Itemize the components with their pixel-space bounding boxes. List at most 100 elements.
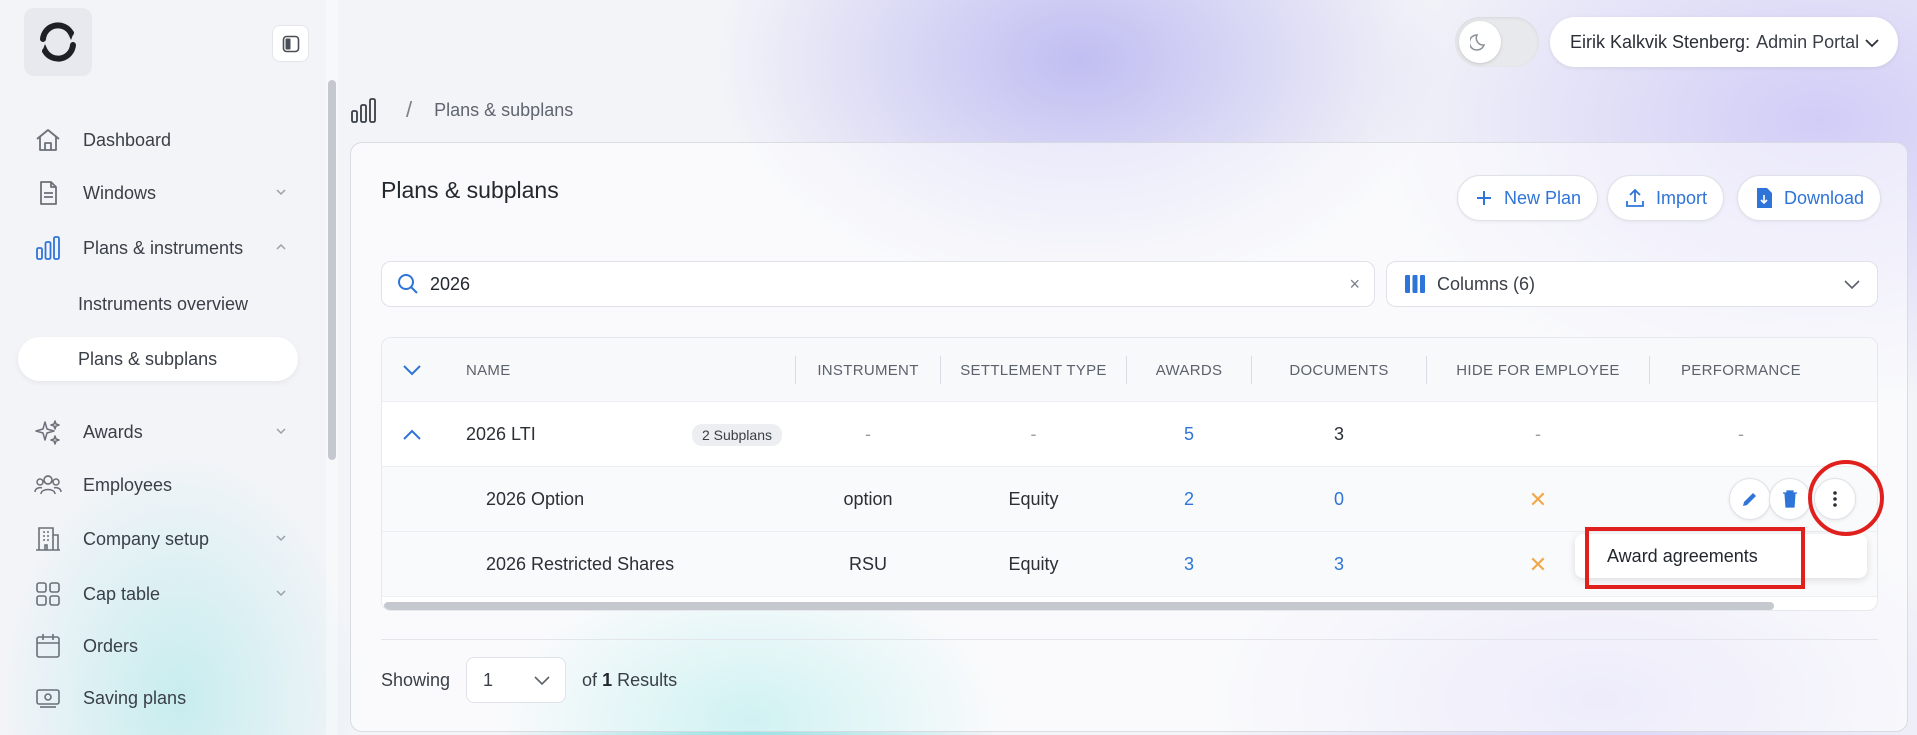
subplan-name[interactable]: 2026 Option: [486, 467, 766, 532]
sidebar-item-saving-plans[interactable]: Saving plans: [18, 676, 298, 720]
plus-icon: [1474, 188, 1494, 208]
grid-icon: [33, 579, 63, 609]
sidebar-toggle-icon: [282, 35, 299, 52]
header-instrument[interactable]: INSTRUMENT: [796, 338, 940, 402]
page-size-select[interactable]: 1: [466, 657, 567, 703]
documents-cell: 3: [1333, 424, 1344, 444]
sidebar-item-employees[interactable]: Employees: [18, 463, 298, 507]
users-icon: [33, 470, 63, 500]
header-hide-for-employee[interactable]: HIDE FOR EMPLOYEE: [1427, 338, 1649, 402]
table-row[interactable]: 2026 Option option Equity 2 0 ✕: [382, 467, 1877, 532]
clear-search-button[interactable]: ×: [1349, 274, 1360, 295]
sidebar-item-plans-subplans[interactable]: Plans & subplans: [18, 337, 298, 381]
sidebar-item-company-setup[interactable]: Company setup: [18, 517, 298, 561]
instrument-cell: option: [843, 489, 893, 509]
theme-toggle-knob: [1459, 21, 1501, 63]
chevron-down-icon: [534, 676, 550, 686]
sidebar-item-label: Orders: [83, 635, 139, 656]
header-name[interactable]: NAME: [466, 338, 716, 402]
download-button[interactable]: Download: [1737, 175, 1882, 221]
header-settlement-type[interactable]: SETTLEMENT TYPE: [941, 338, 1126, 402]
subplan-name[interactable]: 2026 Restricted Shares: [486, 532, 766, 597]
sidebar-item-label: Plans & subplans: [78, 348, 218, 369]
of-label: of: [582, 669, 598, 690]
header-documents[interactable]: DOCUMENTS: [1252, 338, 1426, 402]
portal-name: Admin Portal: [1756, 31, 1860, 52]
sidebar-item-instruments-overview[interactable]: Instruments overview: [18, 282, 298, 326]
sidebar-item-dashboard[interactable]: Dashboard: [18, 118, 298, 162]
delete-button[interactable]: [1769, 478, 1811, 520]
columns-icon: [1405, 275, 1425, 293]
search-icon: [398, 274, 418, 294]
sidebar: Dashboard Windows Plans & instruments In…: [0, 0, 338, 735]
search-input[interactable]: [430, 273, 1310, 295]
columns-select[interactable]: Columns (6): [1386, 261, 1878, 307]
chevron-down-icon: [276, 428, 286, 435]
sidebar-item-awards[interactable]: Awards: [18, 410, 298, 454]
documents-link[interactable]: 0: [1252, 467, 1426, 532]
sidebar-item-label: Employees: [83, 474, 173, 495]
chevron-down-icon: [403, 365, 421, 376]
edit-button[interactable]: [1729, 478, 1771, 520]
breadcrumb-current: Plans & subplans: [434, 99, 574, 120]
home-icon: [33, 125, 63, 155]
bar-chart-icon[interactable]: [350, 96, 378, 124]
header-awards[interactable]: AWARDS: [1127, 338, 1251, 402]
instrument-cell: -: [865, 424, 871, 444]
sidebar-item-plans-instruments[interactable]: Plans & instruments: [18, 226, 298, 270]
toggle-sidebar-button[interactable]: [272, 25, 309, 62]
sidebar-item-windows[interactable]: Windows: [18, 171, 298, 215]
breadcrumb: / Plans & subplans: [350, 96, 573, 124]
sidebar-item-cap-table[interactable]: Cap table: [18, 572, 298, 616]
theme-toggle[interactable]: [1455, 17, 1539, 67]
results-label: Results: [617, 669, 678, 690]
hide-cell: -: [1535, 424, 1541, 444]
import-button[interactable]: Import: [1607, 175, 1725, 221]
sidebar-item-label: Cap table: [83, 583, 161, 604]
new-plan-label: New Plan: [1504, 187, 1582, 208]
settlement-cell: -: [1030, 424, 1037, 444]
sidebar-item-label: Dashboard: [83, 129, 172, 150]
highlight-rectangle: [1585, 527, 1805, 589]
app-logo[interactable]: [24, 8, 92, 76]
upload-icon: [1624, 187, 1646, 209]
collapse-row-toggle[interactable]: [402, 402, 432, 467]
sidebar-item-label: Plans & instruments: [83, 237, 244, 258]
new-plan-button[interactable]: New Plan: [1457, 175, 1599, 221]
sidebar-item-orders[interactable]: Orders: [18, 624, 298, 668]
awards-link[interactable]: 5: [1127, 402, 1251, 467]
pencil-icon: [1743, 493, 1756, 506]
chevron-down-icon: [1844, 280, 1860, 290]
header-performance[interactable]: PERFORMANCE: [1650, 338, 1832, 402]
documents-link[interactable]: 3: [1252, 532, 1426, 597]
search-field[interactable]: ×: [381, 261, 1375, 307]
sidebar-item-label: Instruments overview: [78, 293, 249, 314]
columns-label: Columns (6): [1437, 273, 1536, 294]
sidebar-scrollbar[interactable]: [328, 80, 336, 460]
moon-icon: [1470, 34, 1486, 51]
chevron-down-icon: [276, 535, 286, 542]
total-count: 1: [602, 669, 613, 690]
showing-label: Showing: [381, 669, 451, 690]
document-icon: [33, 178, 63, 208]
expand-all-toggle[interactable]: [402, 338, 432, 402]
download-label: Download: [1784, 187, 1865, 208]
chevron-down-icon: [276, 189, 286, 196]
table-row[interactable]: 2026 LTI 2 Subplans - - 5 3 - -: [382, 402, 1877, 467]
plan-name[interactable]: 2026 LTI: [466, 402, 666, 467]
subplans-badge-cell: 2 Subplans: [682, 402, 782, 467]
page-title: Plans & subplans: [381, 177, 559, 203]
instrument-cell: RSU: [848, 554, 887, 574]
sidebar-item-label: Company setup: [83, 528, 210, 549]
divider: [381, 639, 1878, 640]
user-portal-menu[interactable]: Eirik Kalkvik Stenberg: Admin Portal: [1550, 17, 1898, 67]
highlight-circle: [1808, 460, 1884, 536]
settlement-cell: Equity: [1008, 554, 1059, 574]
file-download-icon: [1754, 187, 1774, 209]
import-label: Import: [1656, 187, 1708, 208]
table-horizontal-scrollbar[interactable]: [384, 602, 1774, 610]
awards-link[interactable]: 2: [1127, 467, 1251, 532]
pagination-footer: Showing 1 of 1 Results: [381, 657, 677, 703]
awards-link[interactable]: 3: [1127, 532, 1251, 597]
money-icon: [33, 683, 63, 713]
